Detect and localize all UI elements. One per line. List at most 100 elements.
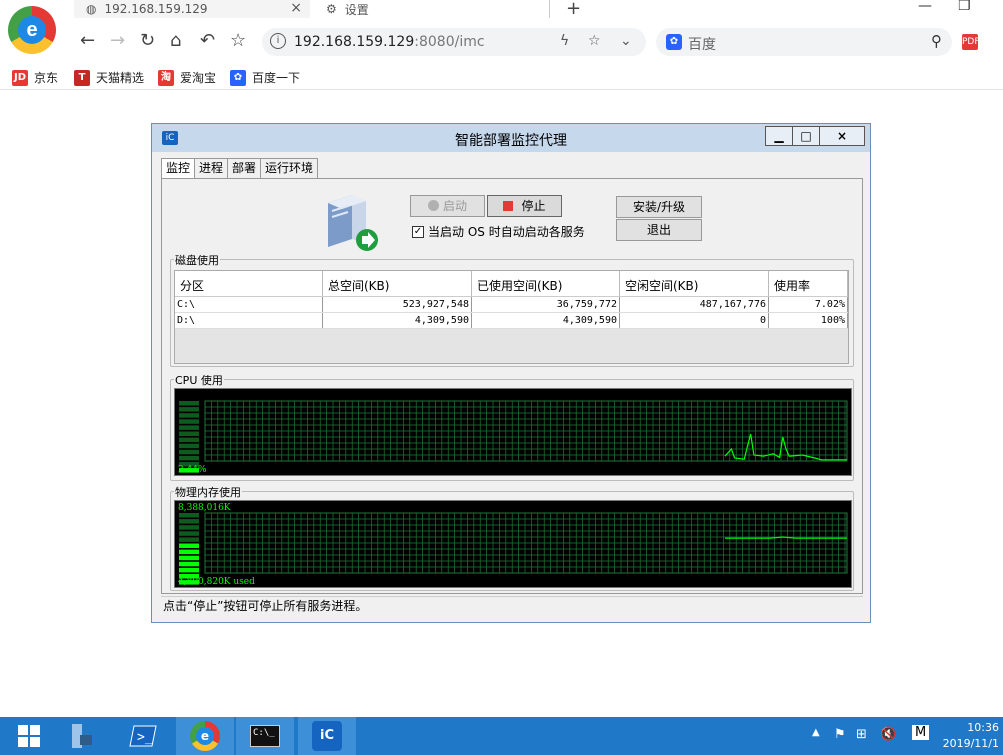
meter-segment [179, 555, 199, 561]
tab-close-icon[interactable]: × [290, 0, 302, 16]
browser-taskbar-icon[interactable]: e [176, 717, 234, 755]
browser-tab-2-title: 设置 [344, 2, 369, 17]
col-total[interactable]: 总空间(KB) [323, 271, 472, 296]
app-close-button[interactable]: × [819, 126, 865, 146]
pdf-icon[interactable]: PDF [962, 34, 980, 50]
app-title: 智能部署监控代理 [455, 133, 567, 149]
ime-indicator[interactable]: M [912, 725, 930, 740]
memory-usage-group: 物理内存使用 8,388,016K 4,890,820K used [170, 484, 854, 591]
clock-time: 10:36 [967, 721, 999, 734]
col-free[interactable]: 空闲空间(KB) [620, 271, 769, 296]
cell-free: 0 [620, 313, 769, 328]
disk-table: 分区 总空间(KB) 已使用空间(KB) 空闲空间(KB) 使用率 C:\ 52… [174, 270, 849, 364]
autostart-checkbox[interactable]: ✓ 当启动 OS 时自动启动各服务 [412, 223, 585, 240]
meter-segment [179, 519, 199, 524]
meter-segment [179, 543, 199, 548]
bookmark-taobao[interactable]: 淘 爱淘宝 [158, 69, 216, 86]
meter-segment [179, 561, 199, 567]
network-icon[interactable]: ⊞ [856, 727, 867, 742]
meter-segment [179, 437, 199, 443]
table-row[interactable]: C:\ 523,927,548 36,759,772 487,167,776 7… [175, 297, 848, 313]
tab-runtime[interactable]: 运行环境 [260, 158, 319, 178]
meter-segment [179, 449, 199, 455]
search-icon[interactable]: ⚲ [931, 32, 942, 50]
meter-segment [179, 455, 199, 461]
refresh-icon[interactable]: ↻ [140, 30, 155, 51]
stop-button[interactable]: 停止 [487, 195, 562, 217]
address-bar[interactable]: i 192.168.159.129:8080/imc ϟ ☆ ⌄ [262, 28, 646, 56]
graph-bottom-label: 4,890,820K used [178, 577, 255, 587]
new-tab-button[interactable]: + [566, 0, 581, 19]
cmd-icon[interactable]: C:\_ [236, 717, 294, 755]
undo-close-icon[interactable]: ↶ [200, 30, 215, 51]
cell-partition: D:\ [175, 313, 323, 328]
tab-process[interactable]: 进程 [194, 158, 229, 178]
bookmark-label: 百度一下 [252, 71, 301, 85]
taskbar: >_ e C:\_ iC ▲ ⚑ ⊞ 🔇 M 10:36 2019/11/1 [0, 717, 1003, 755]
bookmark-jd[interactable]: JD 京东 [12, 69, 58, 86]
tab-deploy[interactable]: 部署 [227, 158, 262, 178]
app-maximize-button[interactable]: □ [792, 126, 820, 146]
start-button[interactable]: 启动 [410, 195, 485, 217]
lightning-icon[interactable]: ϟ [560, 33, 569, 49]
cell-total: 523,927,548 [323, 297, 472, 312]
start-windows-icon[interactable] [0, 717, 58, 755]
col-partition[interactable]: 分区 [175, 271, 323, 296]
meter-segment [179, 413, 199, 418]
col-usage-rate[interactable]: 使用率 [769, 271, 848, 296]
tray-expand-icon[interactable]: ▲ [812, 727, 820, 738]
memory-graph: 8,388,016K 4,890,820K used [174, 500, 852, 588]
cell-total: 4,309,590 [323, 313, 472, 328]
col-used[interactable]: 已使用空间(KB) [472, 271, 620, 296]
baidu-paw-icon: ✿ [666, 34, 682, 50]
minimize-window-button[interactable]: — [918, 0, 932, 14]
taobao-icon: 淘 [158, 69, 174, 86]
install-upgrade-button[interactable]: 安装/升级 [616, 196, 702, 218]
imc-agent-icon[interactable]: iC [298, 717, 356, 755]
app-minimize-button[interactable]: ▁ [765, 126, 793, 146]
memory-usage-label: 物理内存使用 [174, 484, 242, 500]
bookmark-star-icon[interactable]: ☆ [230, 30, 246, 51]
bookmark-baidu[interactable]: ✿ 百度一下 [230, 69, 300, 86]
meter-segment [179, 531, 199, 536]
home-icon[interactable]: ⌂ [170, 30, 181, 51]
clock-date: 2019/11/1 [942, 737, 999, 750]
svg-text:>_: >_ [137, 730, 153, 745]
gear-icon: ⚙ [326, 2, 337, 16]
search-placeholder: 百度 [688, 37, 716, 53]
bookmark-tmall[interactable]: T 天猫精选 [74, 69, 144, 86]
site-info-icon[interactable]: i [270, 33, 286, 49]
restore-window-button[interactable]: ❐ [958, 0, 971, 14]
meter-segment [179, 567, 199, 573]
cpu-graph: 2.44% [174, 388, 852, 476]
table-row[interactable]: D:\ 4,309,590 4,309,590 0 100% [175, 313, 848, 329]
server-manager-icon[interactable] [52, 717, 110, 755]
chevron-down-icon[interactable]: ⌄ [620, 33, 632, 49]
search-box[interactable]: ✿ 百度 ⚲ [656, 28, 952, 56]
cell-usage-rate: 7.02% [769, 297, 848, 312]
autostart-label: 当启动 OS 时自动启动各服务 [428, 225, 585, 239]
usage-trace-line [724, 433, 847, 461]
bookmarks-bar: JD 京东 T 天猫精选 淘 爱淘宝 ✿ 百度一下 [0, 66, 1003, 90]
browser-tab-1-title: 192.168.159.129 [104, 2, 208, 16]
system-clock[interactable]: 10:36 2019/11/1 [943, 720, 999, 752]
tmall-icon: T [74, 69, 90, 86]
meter-segment [179, 425, 199, 430]
exit-button[interactable]: 退出 [616, 219, 702, 241]
back-icon[interactable]: ← [80, 30, 95, 51]
meter-segment [179, 549, 199, 555]
tab-monitor[interactable]: 监控 [161, 158, 196, 179]
favorite-star-icon[interactable]: ☆ [588, 33, 601, 49]
browser-tab-1[interactable]: ◍ 192.168.159.129 × [74, 0, 310, 18]
action-center-icon[interactable]: ⚑ [834, 727, 846, 742]
cell-free: 487,167,776 [620, 297, 769, 312]
app-titlebar[interactable]: iC 智能部署监控代理 ▁ □ × [152, 124, 870, 152]
meter-segment [179, 401, 199, 406]
bookmark-label: 京东 [34, 71, 59, 85]
browser-tab-2[interactable]: ⚙ 设置 [314, 0, 550, 18]
powershell-icon[interactable]: >_ [114, 717, 172, 755]
graph-bottom-label: 2.44% [178, 465, 207, 475]
volume-icon[interactable]: 🔇 [880, 727, 896, 742]
cell-used: 4,309,590 [472, 313, 620, 328]
forward-icon[interactable]: → [110, 30, 125, 51]
